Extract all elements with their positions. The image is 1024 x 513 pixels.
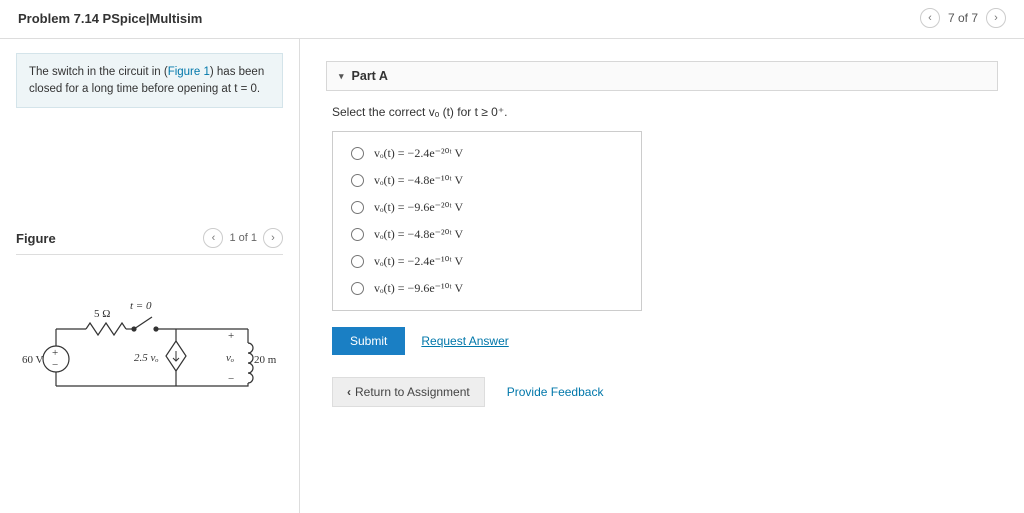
- choice-3[interactable]: vₒ(t) = −4.8e⁻²⁰ᵗ V: [351, 227, 623, 242]
- figure-prev-button[interactable]: ‹: [203, 228, 223, 248]
- collapse-icon: ▾: [339, 71, 344, 82]
- problem-pager: ‹ 7 of 7 ›: [920, 8, 1006, 28]
- problem-prompt: The switch in the circuit in (Figure 1) …: [16, 53, 283, 108]
- svg-text:+: +: [228, 330, 234, 342]
- figure-heading: Figure: [16, 231, 56, 246]
- choice-label: vₒ(t) = −4.8e⁻¹⁰ᵗ V: [374, 173, 463, 188]
- choice-radio[interactable]: [351, 255, 364, 268]
- part-header[interactable]: ▾ Part A: [326, 61, 998, 91]
- choice-label: vₒ(t) = −2.4e⁻¹⁰ᵗ V: [374, 254, 463, 269]
- choice-label: vₒ(t) = −2.4e⁻²⁰ᵗ V: [374, 146, 463, 161]
- choice-radio[interactable]: [351, 282, 364, 295]
- switch-time-label: t = 0: [130, 300, 152, 312]
- choice-2[interactable]: vₒ(t) = −9.6e⁻²⁰ᵗ V: [351, 200, 623, 215]
- choice-4[interactable]: vₒ(t) = −2.4e⁻¹⁰ᵗ V: [351, 254, 623, 269]
- submit-button[interactable]: Submit: [332, 327, 405, 355]
- resistor-label: 5 Ω: [94, 308, 110, 320]
- return-button[interactable]: ‹ Return to Assignment: [332, 377, 485, 407]
- circuit-figure: + −: [16, 281, 283, 414]
- prompt-text-pre: The switch in the circuit in (: [29, 66, 168, 78]
- figure-next-button[interactable]: ›: [263, 228, 283, 248]
- svg-text:−: −: [228, 373, 234, 385]
- choice-radio[interactable]: [351, 174, 364, 187]
- vo-label: vₒ: [226, 352, 234, 364]
- return-label: Return to Assignment: [355, 385, 470, 399]
- chevron-left-icon: ‹: [347, 385, 351, 399]
- figure-counter: 1 of 1: [229, 232, 257, 244]
- choice-label: vₒ(t) = −4.8e⁻²⁰ᵗ V: [374, 227, 463, 242]
- svg-text:+: +: [52, 347, 58, 359]
- dep-source-label: 2.5 vₒ: [134, 352, 159, 364]
- choice-radio[interactable]: [351, 201, 364, 214]
- choice-5[interactable]: vₒ(t) = −9.6e⁻¹⁰ᵗ V: [351, 281, 623, 296]
- question-text: Select the correct vₒ (t) for t ≥ 0⁺.: [332, 105, 998, 119]
- choice-radio[interactable]: [351, 228, 364, 241]
- choice-1[interactable]: vₒ(t) = −4.8e⁻¹⁰ᵗ V: [351, 173, 623, 188]
- request-answer-link[interactable]: Request Answer: [421, 334, 508, 348]
- choice-label: vₒ(t) = −9.6e⁻¹⁰ᵗ V: [374, 281, 463, 296]
- figure-pager: ‹ 1 of 1 ›: [203, 228, 283, 248]
- problem-counter: 7 of 7: [948, 11, 978, 25]
- part-title: Part A: [352, 69, 388, 83]
- inductor-label: 20 mH: [254, 354, 276, 366]
- figure-link[interactable]: Figure 1: [168, 66, 210, 78]
- source-label: 60 V: [22, 354, 44, 366]
- provide-feedback-link[interactable]: Provide Feedback: [507, 385, 604, 399]
- choice-0[interactable]: vₒ(t) = −2.4e⁻²⁰ᵗ V: [351, 146, 623, 161]
- choice-label: vₒ(t) = −9.6e⁻²⁰ᵗ V: [374, 200, 463, 215]
- svg-text:−: −: [52, 359, 58, 371]
- choice-radio[interactable]: [351, 147, 364, 160]
- answer-choices: vₒ(t) = −2.4e⁻²⁰ᵗ V vₒ(t) = −4.8e⁻¹⁰ᵗ V …: [332, 131, 642, 311]
- prev-problem-button[interactable]: ‹: [920, 8, 940, 28]
- problem-title: Problem 7.14 PSpice|Multisim: [18, 11, 202, 26]
- next-problem-button[interactable]: ›: [986, 8, 1006, 28]
